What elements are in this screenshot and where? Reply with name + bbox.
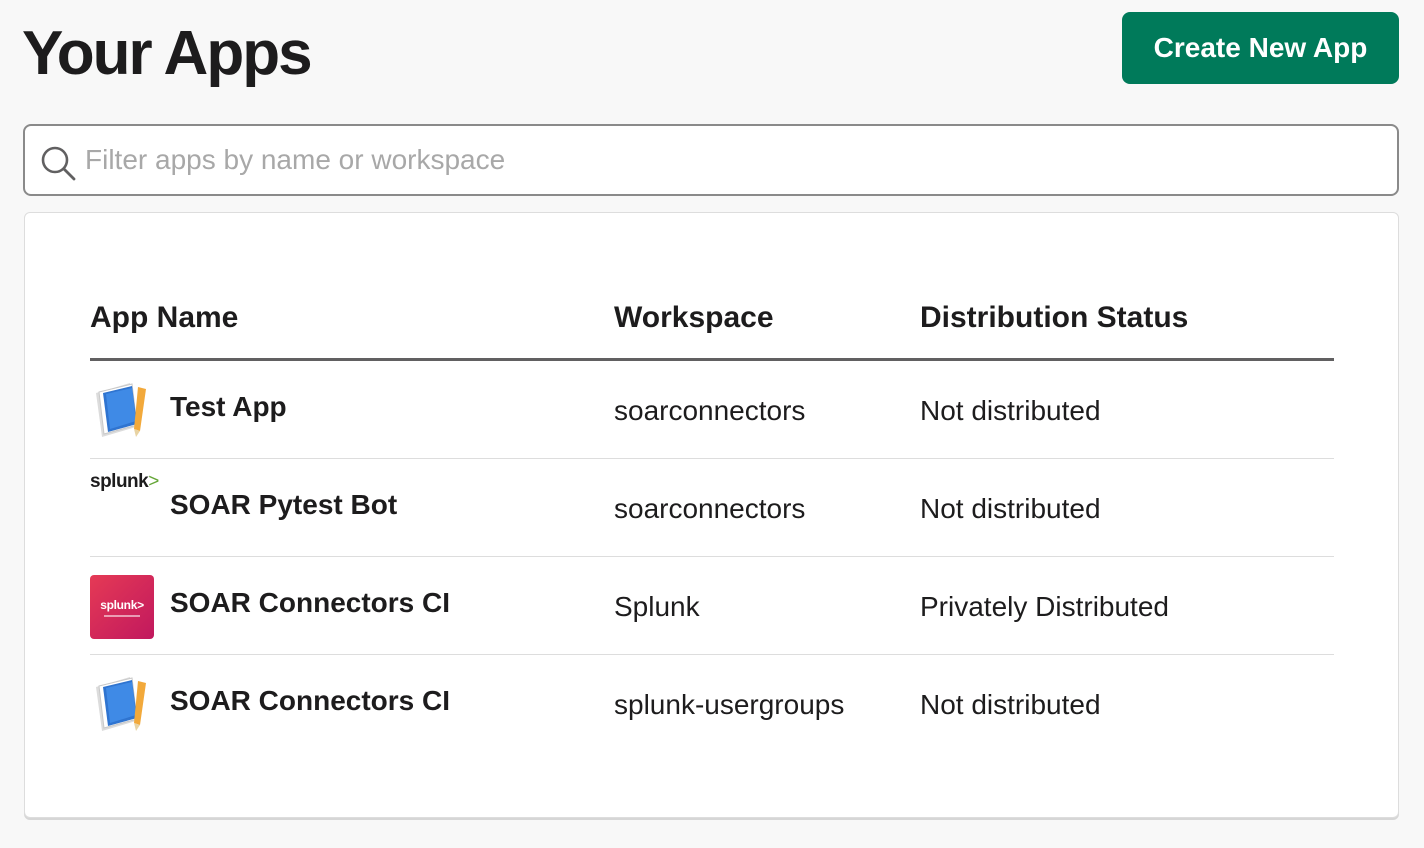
workspace-cell: soarconnectors	[614, 395, 806, 426]
distribution-status-cell: Not distributed	[920, 395, 1101, 426]
splunk-logo-icon: splunk>	[90, 471, 159, 501]
splunk-badge-icon: splunk>	[90, 575, 154, 639]
app-name[interactable]: SOAR Connectors CI	[170, 587, 450, 619]
notebook-pencil-icon	[96, 383, 146, 437]
search-box[interactable]	[23, 124, 1399, 196]
splunk-logo-chevron: >	[148, 471, 159, 492]
table-row[interactable]: Test App soarconnectors Not distributed	[90, 361, 1334, 459]
app-name[interactable]: SOAR Pytest Bot	[170, 489, 397, 521]
workspace-cell: soarconnectors	[614, 493, 806, 524]
page-title: Your Apps	[22, 19, 313, 88]
splunk-logo-text: splunk	[90, 471, 149, 492]
app-name[interactable]: SOAR Connectors CI	[170, 685, 450, 717]
table-row[interactable]: splunk> SOAR Pytest Bot soarconnectors N…	[90, 459, 1334, 557]
your-apps-page: Your Apps Create New App App Name Worksp…	[0, 0, 1424, 848]
notebook-pencil-icon	[96, 677, 146, 731]
create-new-app-button[interactable]: Create New App	[1122, 12, 1399, 84]
table-row[interactable]: splunk> SOAR Connectors CI Splunk Privat…	[90, 557, 1334, 655]
splunk-badge-underline	[104, 614, 140, 617]
distribution-status-cell: Not distributed	[920, 689, 1101, 720]
apps-card: App Name Workspace Distribution Status T…	[24, 212, 1399, 818]
app-name[interactable]: Test App	[170, 391, 287, 423]
column-header-app-name: App Name	[90, 301, 239, 334]
workspace-cell: Splunk	[614, 591, 700, 622]
column-header-workspace: Workspace	[614, 301, 774, 334]
distribution-status-cell: Privately Distributed	[920, 591, 1169, 622]
column-header-distribution-status: Distribution Status	[920, 301, 1189, 334]
search-input[interactable]	[85, 132, 1385, 188]
workspace-cell: splunk-usergroups	[614, 689, 845, 720]
table-header: App Name Workspace Distribution Status	[90, 293, 1334, 361]
apps-table: App Name Workspace Distribution Status T…	[90, 293, 1334, 753]
search-icon	[41, 146, 76, 181]
table-row[interactable]: SOAR Connectors CI splunk-usergroups Not…	[90, 655, 1334, 753]
distribution-status-cell: Not distributed	[920, 493, 1101, 524]
splunk-badge-text: splunk>	[100, 597, 144, 612]
